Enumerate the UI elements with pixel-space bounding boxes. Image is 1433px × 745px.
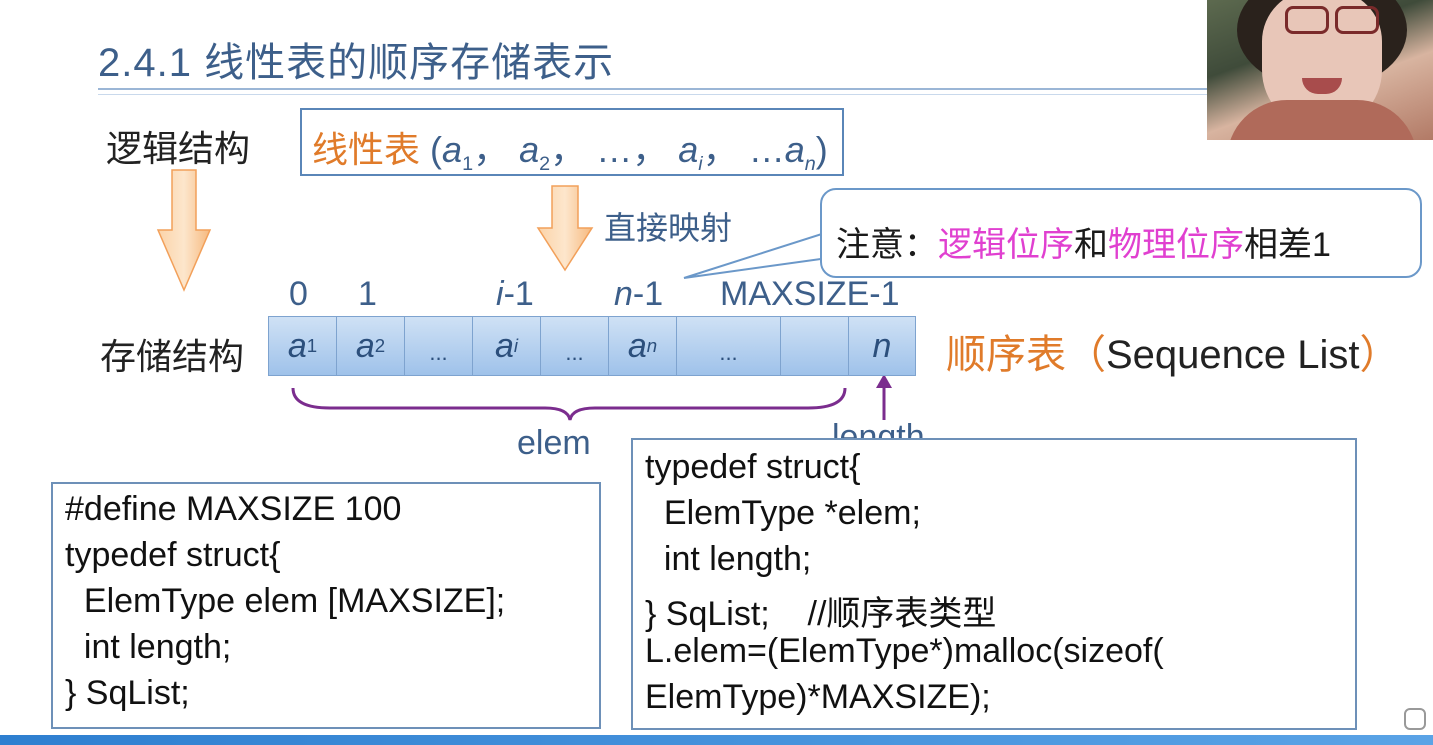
array-cell: a2 [336,316,404,376]
index-0: 0 [289,275,308,313]
linear-list-name: 线性表 [312,129,421,170]
index-i-minus-1: i-1 [496,275,534,313]
code-line: } SqList; //顺序表类型 [645,595,997,633]
code-line: int length; [645,540,812,578]
index-1: 1 [358,275,377,313]
video-progress-bar[interactable] [0,735,1433,745]
code-line: ElemType)*MAXSIZE); [645,678,991,716]
elem-label: elem [517,424,591,462]
code-line: } SqList; [65,674,190,712]
storage-array: a1 a2 ... ai ... an ... n [268,316,916,376]
code-dynamic-array: typedef struct{ ElemType *elem; int leng… [631,438,1357,730]
index-maxsize-minus-1: MAXSIZE-1 [720,275,900,313]
array-cell: an [608,316,676,376]
code-line: typedef struct{ [65,536,281,574]
down-arrow-icon [536,185,594,272]
linear-list-notation: 线性表 (a1， a2， …， ai， …an) [312,129,828,176]
down-arrow-icon [156,169,212,292]
array-cell: ... [540,316,608,376]
code-line: L.elem=(ElemType*)malloc(sizeof( [645,632,1164,670]
index-n-minus-1: n-1 [614,275,664,313]
sequence-list-title: 顺序表（Sequence List） [946,333,1400,377]
direct-mapping-label: 直接映射 [604,210,733,246]
elem-brace [291,387,847,421]
code-line: ElemType elem [MAXSIZE]; [65,582,506,620]
array-cell: ... [404,316,472,376]
code-line: int length; [65,628,232,666]
array-cell: ... [676,316,780,376]
player-control-icon[interactable] [1404,708,1426,730]
array-cell: a1 [268,316,336,376]
array-cell: ai [472,316,540,376]
length-up-arrow-icon [876,374,892,420]
array-cell-empty [780,316,848,376]
code-line: #define MAXSIZE 100 [65,490,402,528]
array-cell-length: n [848,316,916,376]
note-text: 注意：逻辑位序和物理位序相差1 [836,226,1331,264]
code-line: typedef struct{ [645,448,861,486]
code-line: ElemType *elem; [645,494,921,532]
code-static-array: #define MAXSIZE 100 typedef struct{ Elem… [51,482,601,729]
